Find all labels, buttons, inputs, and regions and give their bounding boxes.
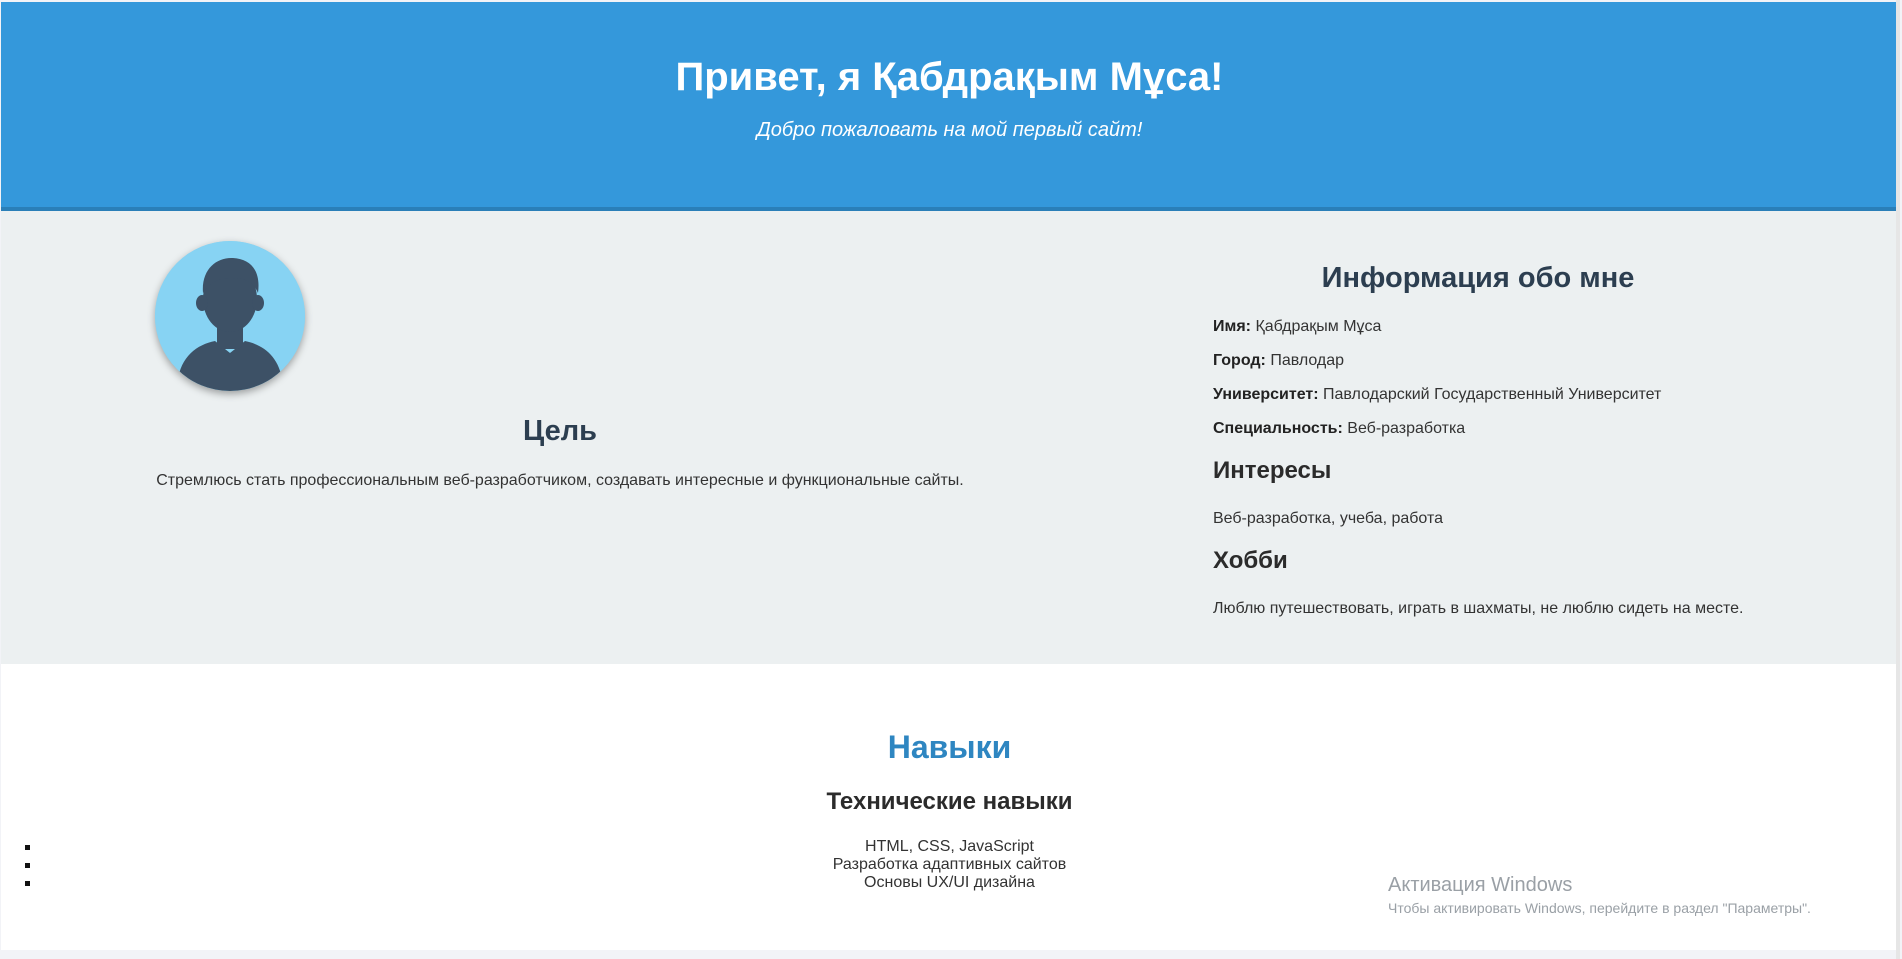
info-row-university: Университет: Павлодарский Государственны… [1213, 385, 1661, 405]
skills-list: HTML, CSS, JavaScript Разработка адаптив… [1, 838, 1898, 892]
list-item: HTML, CSS, JavaScript [1, 838, 1898, 856]
info-value: Павлодар [1270, 352, 1345, 369]
bullet-icon [25, 845, 30, 850]
skill-text: Основы UX/UI дизайна [864, 874, 1035, 891]
about-section: Цель Стремлюсь стать профессиональным ве… [1, 211, 1898, 664]
info-value: Қабдрақым Мұса [1255, 318, 1382, 335]
hobby-text: Люблю путешествовать, играть в шахматы, … [1213, 600, 1744, 617]
skills-title: Навыки [887, 729, 1012, 765]
info-label: Город: [1213, 352, 1266, 369]
bullet-icon [25, 863, 30, 868]
skill-text: Разработка адаптивных сайтов [832, 856, 1067, 873]
info-row-name: Имя: Қабдрақым Мұса [1213, 317, 1381, 337]
goal-text: Стремлюсь стать профессиональным веб-раз… [156, 472, 964, 489]
info-label: Имя: [1213, 318, 1251, 335]
info-value: Павлодарский Государственный Университет [1323, 386, 1662, 403]
list-item: Основы UX/UI дизайна [1, 874, 1898, 892]
skills-section: Навыки Технические навыки HTML, CSS, Jav… [1, 664, 1898, 950]
info-row-city: Город: Павлодар [1213, 351, 1344, 371]
goal-title: Цель [523, 415, 597, 447]
site-header: Привет, я Қабдрақым Мұса! Добро пожалова… [1, 2, 1898, 211]
page-title: Привет, я Қабдрақым Мұса! [675, 55, 1224, 99]
info-row-specialty: Специальность: Веб-разработка [1213, 419, 1465, 439]
info-title: Информация обо мне [1321, 262, 1635, 294]
info-value: Веб-разработка [1347, 420, 1466, 437]
info-label: Университет: [1213, 386, 1319, 403]
interests-title: Интересы [1213, 457, 1332, 484]
avatar [155, 241, 305, 391]
info-label: Специальность: [1213, 420, 1343, 437]
hobby-title: Хобби [1213, 547, 1288, 574]
page: Привет, я Қабдрақым Мұса! Добро пожалова… [0, 0, 1900, 959]
skill-text: HTML, CSS, JavaScript [865, 838, 1034, 855]
page-subtitle: Добро пожаловать на мой первый сайт! [756, 119, 1143, 141]
skills-subtitle: Технические навыки [826, 788, 1073, 815]
list-item: Разработка адаптивных сайтов [1, 856, 1898, 874]
user-silhouette-icon [155, 241, 305, 391]
bullet-icon [25, 881, 30, 886]
window-edge [1896, 0, 1900, 959]
interests-text: Веб-разработка, учеба, работа [1213, 510, 1444, 527]
